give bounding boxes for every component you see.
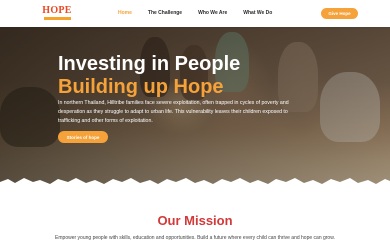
hero-title-line2: Building up Hope — [58, 76, 224, 98]
nav-home[interactable]: Home — [118, 8, 132, 18]
nav-the-challenge[interactable]: The Challenge — [148, 8, 182, 18]
give-hope-button[interactable]: Give Hope — [321, 8, 358, 19]
nav-what-we-do[interactable]: What We Do — [243, 8, 272, 18]
logo-underline — [43, 17, 71, 20]
nav-who-we-are[interactable]: Who We Are — [198, 8, 227, 18]
torn-paper-edge — [0, 178, 390, 190]
logo[interactable]: HOPE — [42, 5, 72, 20]
logo-text: HOPE — [42, 5, 72, 16]
mission-text: Empower young people with skills, educat… — [55, 235, 335, 240]
stories-of-hope-button[interactable]: Stories of hope — [58, 131, 108, 143]
main-nav: Home The Challenge Who We Are What We Do — [118, 8, 288, 18]
mission-title: Our Mission — [157, 213, 233, 228]
hero-description: In northern Thailand, Hilltribe families… — [58, 100, 289, 124]
navbar: HOPE Home The Challenge Who We Are What … — [0, 0, 390, 27]
hero-title-line1: Investing in People — [58, 53, 241, 75]
